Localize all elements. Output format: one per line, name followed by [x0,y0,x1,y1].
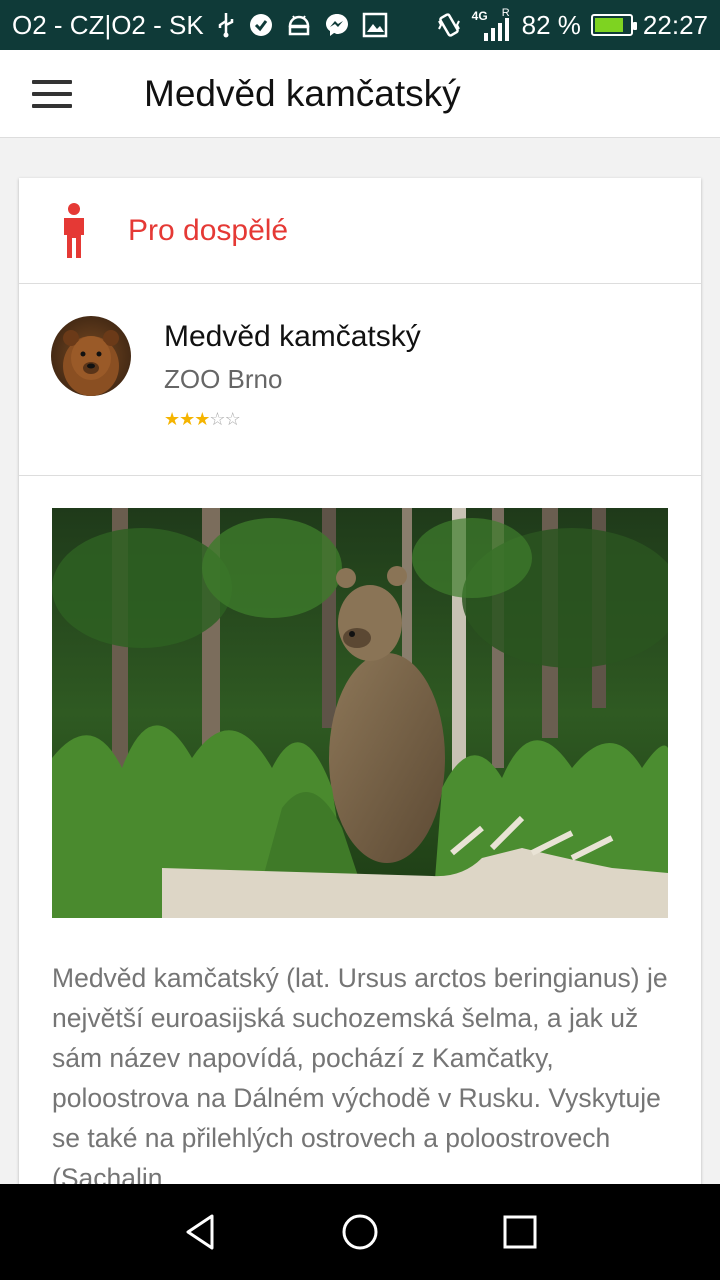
zoo-name: ZOO Brno [164,364,283,394]
page-title: Medvěd kamčatský [144,72,461,114]
usb-icon [216,12,236,38]
status-bar: O2 - CZ|O2 - SK 4G R 82 % 22:27 [0,0,720,50]
star-empty-icon: ☆ [224,409,241,429]
hamburger-menu-icon[interactable] [32,79,72,108]
animal-text: Medvěd kamčatský ZOO Brno ★★★☆☆ [164,316,421,430]
star-filled-icon: ★ [179,409,195,429]
status-right: 4G R 82 % 22:27 [436,5,708,45]
star-filled-icon: ★ [164,409,180,429]
roaming-label: R [501,7,510,19]
vibrate-icon [436,12,462,38]
check-badge-icon [248,12,274,38]
navigation-bar [0,1184,720,1280]
home-icon[interactable] [330,1202,390,1262]
animal-photo [52,508,668,918]
android-icon [286,12,312,38]
clock: 22:27 [642,9,708,40]
recents-icon[interactable] [490,1202,550,1262]
carrier-label: O2 - CZ|O2 - SK [12,9,204,40]
animal-card: Pro dospělé Medvěd kamčatský ZOO Brno ★★… [19,178,701,1188]
rating-stars: ★★★☆☆ [164,409,421,430]
animal-name: Medvěd kamčatský [164,320,421,353]
star-empty-icon: ☆ [209,409,225,429]
messenger-icon [324,12,350,38]
star-filled-icon: ★ [194,409,210,429]
image-icon [362,12,388,38]
animal-avatar [51,316,131,396]
battery-charging-icon [590,14,637,36]
battery-percent: 82 % [521,9,581,40]
signal-icon: 4G R [472,5,512,45]
animal-description: Medvěd kamčatský (lat. Ursus arctos beri… [52,963,668,1188]
battery-fill [594,18,623,32]
category-label: Pro dospělé [128,213,289,247]
category-header: Pro dospělé [19,178,701,284]
app-bar: Medvěd kamčatský [0,50,720,138]
back-icon[interactable] [170,1202,230,1262]
status-left: O2 - CZ|O2 - SK [12,10,388,41]
person-icon [64,202,84,258]
animal-info: Medvěd kamčatský ZOO Brno ★★★☆☆ [19,284,701,476]
network-type-label: 4G [471,9,488,23]
